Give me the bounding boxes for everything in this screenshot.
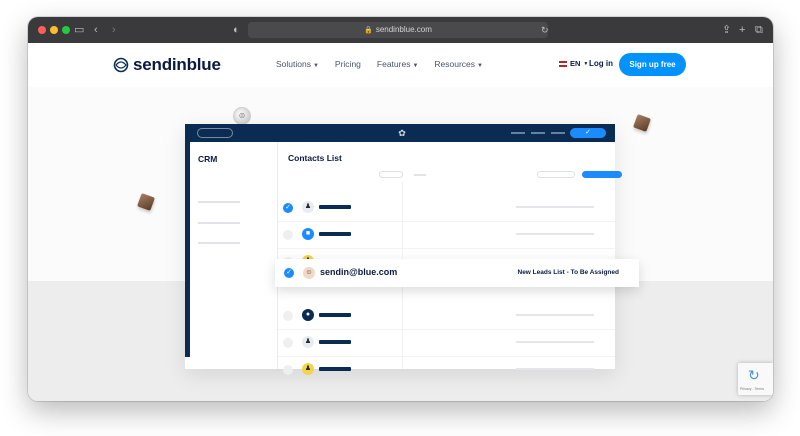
menu-item-resources[interactable]: Resources ▼ [434,59,483,69]
recaptcha-badge[interactable]: ↻ Privacy - Terms [738,363,773,395]
topbar-confirm-button: ✓ [570,128,606,138]
table-row: ● [278,303,615,330]
signup-button[interactable]: Sign up free [619,53,686,76]
reload-icon[interactable]: ↻ [541,23,549,37]
avatar: ☺ [303,267,315,279]
menu-label: Features [376,59,411,69]
menu-item-pricing[interactable]: Pricing [335,59,361,69]
minimize-window-button[interactable] [50,26,58,34]
table-row: ♟ [278,357,615,384]
table-row: ♟ [278,330,615,357]
main-menu: Solutions ▼ Pricing Features ▼ Resources ▼ [276,59,483,69]
menu-label: Solutions [276,59,311,69]
table-row: ■ [278,222,615,249]
menu-item-features[interactable]: Features ▼ [377,59,419,69]
caret-down-icon: ▼ [583,60,589,67]
app-window-controls [197,128,233,138]
header-button-primary [582,171,622,178]
url-text: sendinblue.com [375,25,432,34]
table-row: ✓ ♟ [278,195,615,222]
sidebar-placeholder-line [198,201,240,203]
close-window-button[interactable] [38,26,46,34]
menu-item-solutions[interactable]: Solutions ▼ [276,59,319,69]
menu-label: Resources [434,59,476,69]
topbar-placeholder [511,132,525,134]
contact-email: sendin@blue.com [320,267,398,277]
sendinblue-logo-icon [113,57,129,73]
unchecked-icon [283,311,293,321]
brand-name: sendinblue [133,55,221,74]
contact-name-placeholder [319,205,351,209]
avatar: ♟ [302,336,314,348]
maximize-window-button[interactable] [62,26,70,34]
language-selector[interactable]: EN ▼ [559,59,588,68]
contacts-list-title: Contacts List [288,153,342,163]
checked-icon: ✓ [283,203,293,213]
avatar: ■ [302,228,314,240]
header-placeholder-line [414,174,426,176]
topbar-placeholder [531,132,545,134]
highlighted-contact-row: ✓ ☺ sendin@blue.com New Leads List - To … [275,259,639,287]
sidebar-placeholder-line [198,222,240,224]
caret-down-icon: ▼ [412,63,419,69]
browser-window: ▭ ‹ › ◐ 🔒 sendinblue.com ↻ ⇪ + ⧉ sendinbl… [28,17,773,401]
list-placeholder [516,368,594,370]
app-logo-icon: ✿ [398,128,406,138]
caret-down-icon: ▼ [312,63,319,69]
decorative-coin-icon: ⊚ [233,107,251,125]
crm-app-mockup: ✿ ✓ CRM Contacts List ✓ ♟ ■ ● ♟ ♟ [185,124,622,375]
header-button-outline [537,171,575,178]
contact-name-placeholder [319,313,351,317]
checked-icon: ✓ [284,268,294,278]
recaptcha-links: Privacy - Terms [740,387,765,391]
share-icon[interactable]: ⇪ [722,23,731,37]
list-placeholder [516,341,594,343]
topbar-placeholder [551,132,565,134]
language-label: EN [570,59,581,68]
recaptcha-icon: ↻ [748,367,760,383]
crm-sidebar: CRM [190,142,278,369]
privacy-shield-icon[interactable]: ◐ [233,23,240,37]
back-icon[interactable]: ‹ [94,23,98,37]
list-placeholder [516,233,594,235]
sidebar-toggle-icon[interactable]: ▭ [74,23,84,37]
browser-titlebar: ▭ ‹ › ◐ 🔒 sendinblue.com ↻ ⇪ + ⧉ [28,17,773,43]
unchecked-icon [283,338,293,348]
contact-name-placeholder [319,232,351,236]
sidebar-title: CRM [198,154,218,164]
sidebar-placeholder-line [198,242,240,244]
lock-icon: 🔒 [364,27,373,34]
login-link[interactable]: Log in [589,59,613,68]
list-placeholder [516,206,594,208]
app-topbar: ✿ ✓ [185,124,615,142]
site-header: sendinblue Solutions ▼ Pricing Features ▼ … [28,43,773,87]
us-flag-icon [559,60,567,67]
tab-overview-icon[interactable]: ⧉ [755,23,763,37]
menu-label: Pricing [334,59,361,69]
unchecked-icon [283,230,293,240]
avatar: ♟ [302,201,314,213]
caret-down-icon: ▼ [477,63,483,69]
forward-icon[interactable]: › [112,23,116,37]
contact-name-placeholder [319,367,351,371]
filter-pill [379,171,403,178]
contact-name-placeholder [319,340,351,344]
new-tab-icon[interactable]: + [739,23,745,37]
avatar: ● [302,309,314,321]
address-bar[interactable]: 🔒 sendinblue.com [248,22,548,38]
contact-list-assignment: New Leads List - To Be Assigned [517,269,620,276]
brand-logo[interactable]: sendinblue [113,54,221,76]
unchecked-icon [283,365,293,375]
avatar: ♟ [302,363,314,375]
list-placeholder [516,314,594,316]
